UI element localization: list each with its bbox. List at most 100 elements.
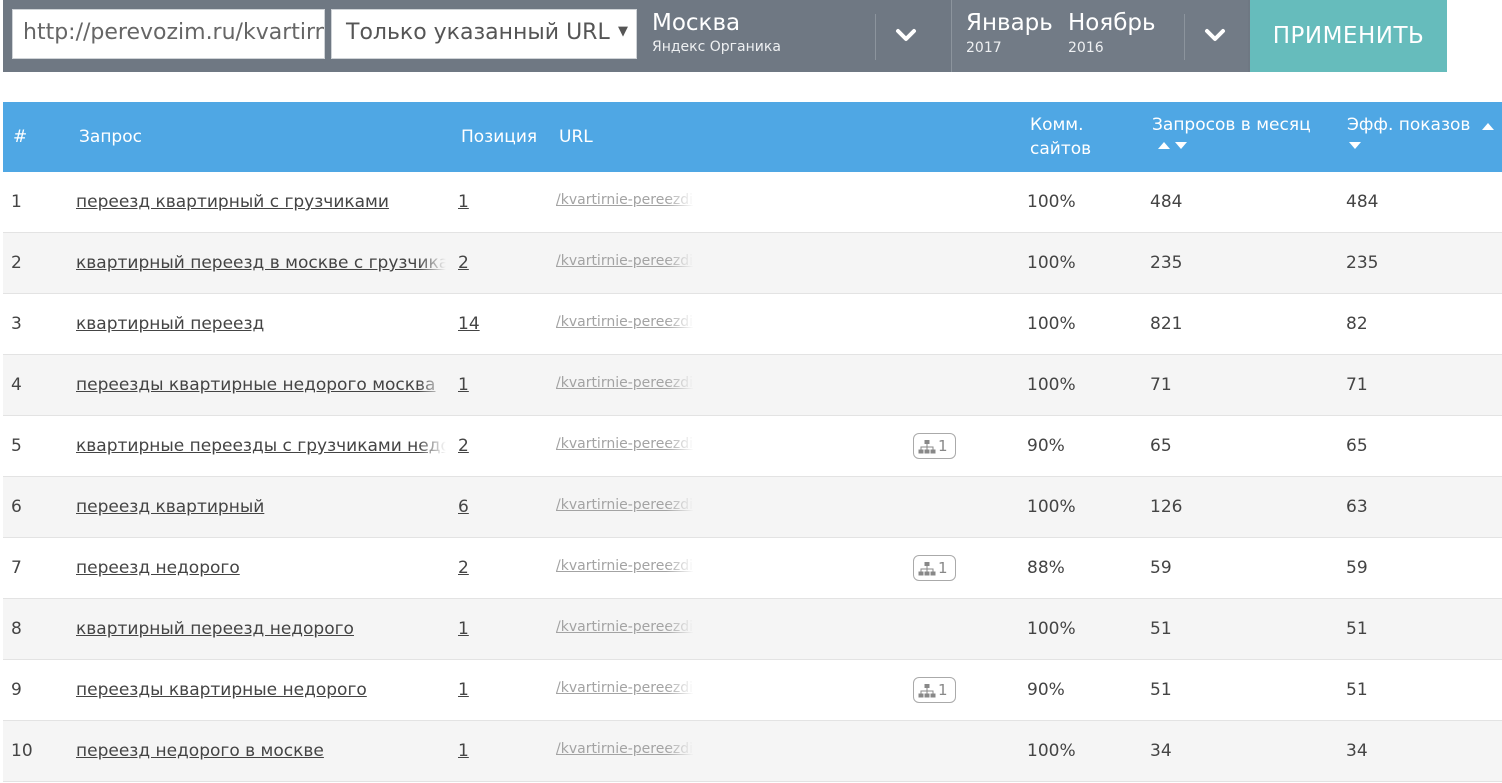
region-city: Москва bbox=[652, 10, 741, 36]
row-number: 8 bbox=[11, 619, 22, 639]
position-link[interactable]: 2 bbox=[458, 558, 469, 578]
position-cell: 1 bbox=[458, 355, 518, 415]
column-header-position[interactable]: Позиция bbox=[461, 125, 537, 149]
url-cell: /kvartirnie-pereezdi bbox=[556, 599, 694, 659]
query-cell: квартирный переезд в москве с грузчиками bbox=[76, 233, 446, 293]
query-link[interactable]: квартирные переезды с грузчиками недорог… bbox=[76, 436, 446, 456]
period-selector[interactable]: Январь 2017 Ноябрь 2016 bbox=[951, 0, 1248, 72]
row-number: 5 bbox=[11, 436, 22, 456]
table-row: 4 переезды квартирные недорого москва 1/kv… bbox=[3, 355, 1502, 416]
eff-impressions-cell: 65 bbox=[1346, 436, 1368, 456]
region-selector[interactable]: Москва Яндекс Органика bbox=[652, 8, 781, 56]
text-fade bbox=[666, 233, 694, 293]
requests-cell: 65 bbox=[1150, 436, 1172, 456]
url-cell: /kvartirnie-pereezdi bbox=[556, 721, 694, 781]
query-cell: переезды квартирные недорого bbox=[76, 660, 446, 720]
text-fade bbox=[666, 172, 694, 232]
text-fade bbox=[666, 416, 694, 476]
url-mode-select[interactable]: Только указанный URL ▼ bbox=[331, 9, 637, 59]
sitemap-badge[interactable]: 1 bbox=[913, 433, 956, 459]
chevron-down-icon bbox=[1205, 29, 1225, 41]
row-number: 4 bbox=[11, 375, 22, 395]
table-row: 3 квартирный переезд 14/kvartirnie-pereezd… bbox=[3, 294, 1502, 355]
position-link[interactable]: 1 bbox=[458, 192, 469, 212]
eff-impressions-cell: 59 bbox=[1346, 558, 1368, 578]
column-header-requests[interactable]: Запросов в месяц bbox=[1152, 113, 1311, 151]
text-fade bbox=[418, 172, 446, 232]
comm-sites-cell: 100% bbox=[1027, 741, 1076, 761]
filter-toolbar: http://perevozim.ru/kvartirnie-pereezdi … bbox=[3, 0, 1447, 72]
url-cell: /kvartirnie-pereezdi bbox=[556, 538, 694, 598]
url-input[interactable]: http://perevozim.ru/kvartirnie-pereezdi bbox=[12, 9, 325, 59]
position-cell: 1 bbox=[458, 599, 518, 659]
period-dropdown-button[interactable] bbox=[1198, 18, 1232, 52]
position-link[interactable]: 6 bbox=[458, 497, 469, 517]
sort-up-icon[interactable] bbox=[1158, 142, 1170, 149]
text-fade bbox=[666, 355, 694, 415]
sitemap-badge-count: 1 bbox=[938, 437, 948, 455]
divider bbox=[875, 14, 876, 60]
text-fade bbox=[666, 660, 694, 720]
position-link[interactable]: 1 bbox=[458, 741, 469, 761]
url-cell: /kvartirnie-pereezdi bbox=[556, 660, 694, 720]
sitemap-badge-count: 1 bbox=[938, 559, 948, 577]
column-header-eff[interactable]: Эфф. показов bbox=[1347, 113, 1494, 151]
region-dropdown-button[interactable] bbox=[889, 18, 923, 52]
query-link[interactable]: переезды квартирные недорого москва bbox=[76, 375, 435, 395]
position-link[interactable]: 2 bbox=[458, 436, 469, 456]
column-header-comm[interactable]: Комм. сайтов bbox=[1030, 113, 1091, 161]
column-header-comm-line2: сайтов bbox=[1030, 139, 1092, 159]
sitemap-badge-count: 1 bbox=[938, 681, 948, 699]
text-fade bbox=[418, 233, 446, 293]
sitemap-badge[interactable]: 1 bbox=[913, 677, 956, 703]
query-cell: переезд недорого bbox=[76, 538, 446, 598]
column-header-num: # bbox=[13, 127, 28, 147]
sort-down-icon[interactable] bbox=[1349, 142, 1361, 149]
eff-impressions-cell: 82 bbox=[1346, 314, 1368, 334]
row-number: 1 bbox=[11, 192, 22, 212]
query-link[interactable]: переезд квартирный с грузчиками bbox=[76, 192, 389, 212]
table-row: 6 переезд квартирный 6/kvartirnie-pereezdi… bbox=[3, 477, 1502, 538]
requests-cell: 51 bbox=[1150, 680, 1172, 700]
comm-sites-cell: 88% bbox=[1027, 558, 1065, 578]
eff-impressions-cell: 34 bbox=[1346, 741, 1368, 761]
query-cell: переезды квартирные недорого москва bbox=[76, 355, 446, 415]
text-fade bbox=[418, 416, 446, 476]
row-number: 3 bbox=[11, 314, 22, 334]
sort-down-icon[interactable] bbox=[1175, 142, 1188, 149]
position-link[interactable]: 1 bbox=[458, 619, 469, 639]
query-link[interactable]: переезд недорого в москве bbox=[76, 741, 324, 761]
sitemap-badge[interactable]: 1 bbox=[913, 555, 956, 581]
query-link[interactable]: переезд недорого bbox=[76, 558, 240, 578]
column-header-comm-line1: Комм. bbox=[1030, 115, 1084, 135]
position-link[interactable]: 1 bbox=[458, 680, 469, 700]
query-link[interactable]: переезд квартирный bbox=[76, 497, 264, 517]
comm-sites-cell: 100% bbox=[1027, 253, 1076, 273]
period-from[interactable]: Январь 2017 bbox=[966, 8, 1053, 58]
position-cell: 1 bbox=[458, 660, 518, 720]
requests-cell: 34 bbox=[1150, 741, 1172, 761]
position-cell: 6 bbox=[458, 477, 518, 537]
column-header-query[interactable]: Запрос bbox=[79, 125, 142, 149]
query-link[interactable]: квартирный переезд недорого bbox=[76, 619, 354, 639]
sort-up-icon[interactable] bbox=[1481, 123, 1494, 130]
position-link[interactable]: 1 bbox=[458, 375, 469, 395]
text-fade bbox=[666, 294, 694, 354]
query-cell: переезд недорого в москве bbox=[76, 721, 446, 781]
column-header-url[interactable]: URL bbox=[559, 125, 593, 149]
table-row: 7 переезд недорого 2/kvartirnie-pereezdi 1 8… bbox=[3, 538, 1502, 599]
table-row: 1 переезд квартирный с грузчиками 1/kvarti… bbox=[3, 172, 1502, 233]
apply-button[interactable]: ПРИМЕНИТЬ bbox=[1250, 0, 1447, 72]
query-link[interactable]: квартирный переезд bbox=[76, 314, 264, 334]
position-link[interactable]: 2 bbox=[458, 253, 469, 273]
url-cell: /kvartirnie-pereezdi bbox=[556, 416, 694, 476]
query-link[interactable]: переезды квартирные недорого bbox=[76, 680, 367, 700]
period-to[interactable]: Ноябрь 2016 bbox=[1068, 8, 1156, 58]
position-cell: 1 bbox=[458, 721, 518, 781]
query-link[interactable]: квартирный переезд в москве с грузчиками bbox=[76, 253, 446, 273]
period-to-month: Ноябрь bbox=[1068, 10, 1156, 36]
row-number: 9 bbox=[11, 680, 22, 700]
comm-sites-cell: 100% bbox=[1027, 314, 1076, 334]
table-row: 5 квартирные переезды с грузчиками недоро… bbox=[3, 416, 1502, 477]
position-link[interactable]: 14 bbox=[458, 314, 480, 334]
